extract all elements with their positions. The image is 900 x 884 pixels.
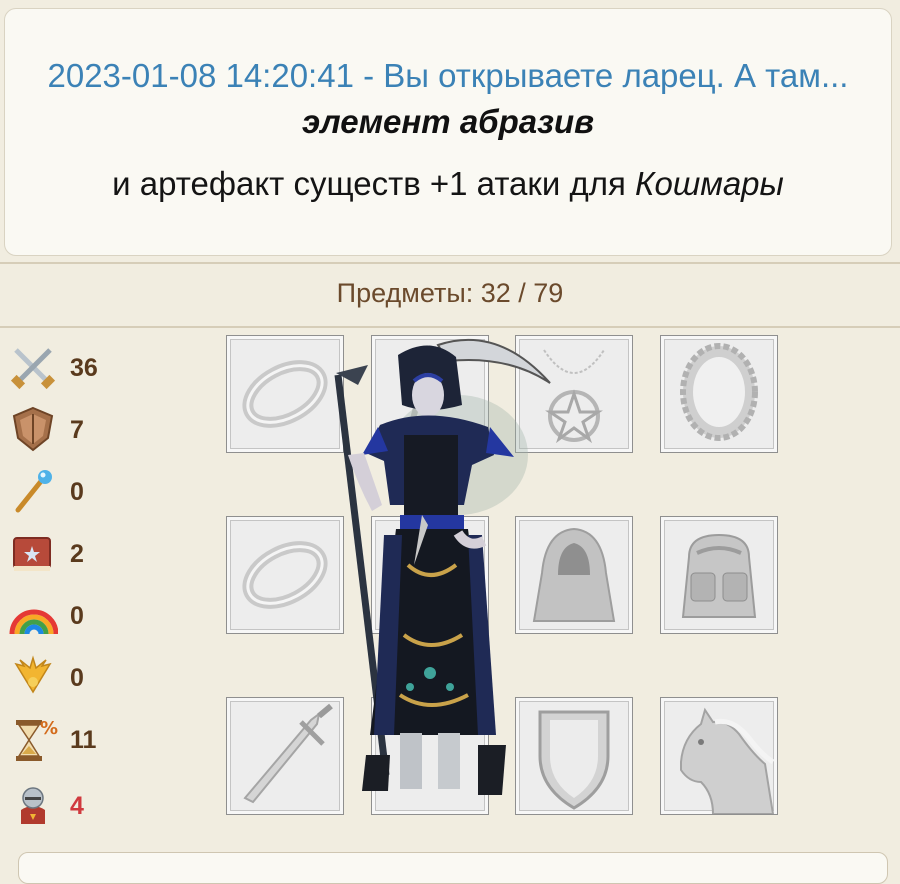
bottom-panel [18, 852, 888, 884]
stat-value: 11 [70, 726, 97, 754]
message-timestamp[interactable]: 2023-01-08 14:20:41 [48, 57, 354, 94]
shield-icon [12, 406, 54, 452]
horse-icon [680, 707, 775, 814]
loot-item-name: элемент абразив [301, 103, 595, 140]
divider-inventory [0, 326, 900, 328]
stat-knowledge: 2 [8, 528, 118, 578]
artifact-text: и артефакт существ +1 атаки для [112, 165, 626, 202]
inventory-count-value: 32 / 79 [480, 278, 564, 308]
message-line-2: и артефакт существ +1 атаки для Кошмары [25, 165, 871, 203]
mirror-slot[interactable] [660, 335, 778, 453]
hero-reaper-figure [334, 338, 551, 795]
hourglass-percent-icon: % [16, 718, 58, 761]
stat-morale: 0 [8, 652, 118, 702]
stat-value: 0 [70, 664, 84, 692]
stat-initiative: % 11 [8, 714, 118, 764]
knight-icon [21, 787, 45, 824]
message-text[interactable]: - Вы открываете ларец. А там... [354, 57, 848, 94]
backpack-icon [681, 533, 757, 618]
stat-defense: 7 [8, 404, 118, 454]
magic-wand-icon [15, 470, 52, 513]
stat-value: 0 [70, 478, 84, 506]
svg-text:%: % [40, 718, 58, 739]
stat-value: 2 [70, 540, 84, 568]
stat-value: 0 [70, 602, 84, 630]
stat-level: 4 [8, 780, 118, 830]
spellbook-icon [13, 537, 51, 571]
creature-name: Кошмары [635, 165, 784, 202]
rainbow-icon [9, 609, 58, 635]
golden-wings-icon [14, 655, 52, 694]
mirror-icon [680, 343, 758, 441]
message-line-1: 2023-01-08 14:20:41 - Вы открываете ларе… [45, 53, 851, 145]
loot-message: 2023-01-08 14:20:41 - Вы открываете ларе… [4, 8, 892, 256]
bag-slot[interactable] [660, 516, 778, 634]
stat-attack: 36 [8, 342, 118, 392]
stat-spell-power: 0 [8, 466, 118, 516]
stat-value: 4 [70, 792, 84, 820]
crossed-swords-icon [10, 348, 56, 390]
inventory-count: Предметы: 32 / 79 [0, 278, 900, 309]
stat-value: 7 [70, 416, 84, 444]
stat-luck: 0 [8, 590, 118, 640]
horse-slot[interactable] [660, 697, 778, 815]
divider-top [0, 262, 900, 264]
inventory-label: Предметы: [336, 278, 474, 308]
stat-value: 36 [70, 354, 98, 382]
